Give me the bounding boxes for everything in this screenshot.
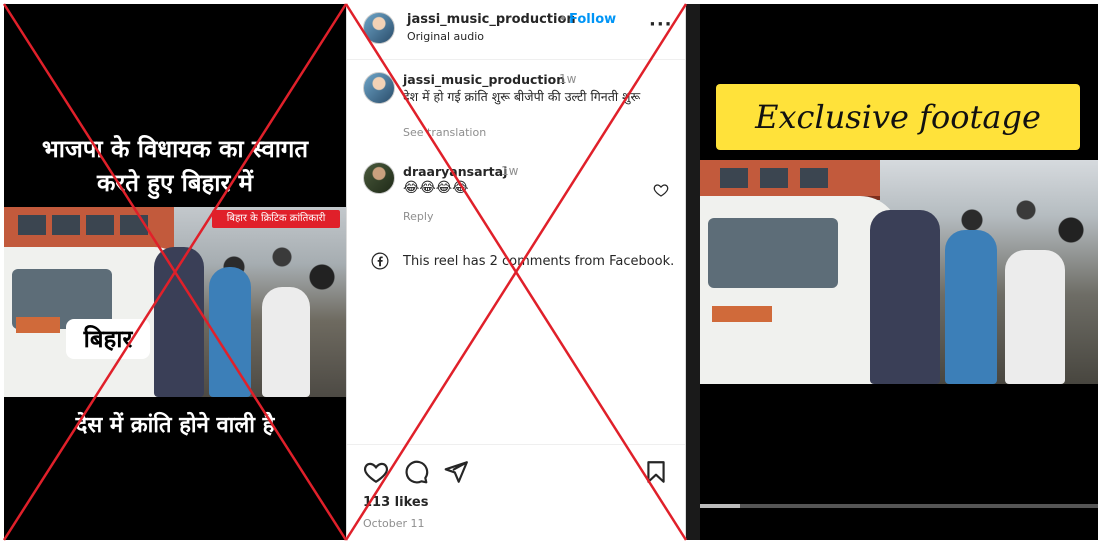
comment-bubble-icon[interactable] — [403, 459, 429, 485]
left-video-frame: भाजपा के विधायक का स्वागत करते हुए बिहार… — [4, 4, 346, 540]
facebook-icon — [371, 252, 389, 270]
comment-time: 1w — [501, 164, 519, 178]
comment-like-heart-icon[interactable] — [653, 182, 669, 198]
video-progress-bar[interactable] — [700, 504, 1098, 508]
headline-line-2: करते हुए बिहार में — [96, 169, 254, 197]
comment-text: 😂😂😂😂 — [403, 180, 469, 196]
share-send-icon[interactable] — [443, 459, 469, 485]
like-heart-icon[interactable] — [363, 459, 389, 485]
video-still: बिहार के क्रिटिक क्रांतिकारी बिहार — [4, 207, 346, 397]
exclusive-banner: Exclusive footage — [716, 84, 1080, 150]
post-actions: 113 likes October 11 — [347, 444, 685, 540]
side-strip — [686, 4, 700, 540]
comment-username[interactable]: draaryansartaj — [403, 164, 507, 179]
person-figure — [870, 210, 940, 384]
comment-time: 1w — [559, 72, 577, 86]
bottom-caption: देस में क्रांति होने वाली है — [75, 413, 275, 438]
save-bookmark-icon[interactable] — [643, 459, 669, 485]
instagram-post-panel: jassi_music_production • Follow Original… — [346, 4, 686, 540]
headline-line-1: भाजपा के विधायक का स्वागत — [41, 135, 309, 163]
avatar[interactable] — [363, 72, 395, 104]
person-figure — [945, 230, 997, 384]
person-figure — [262, 287, 310, 397]
person-figure — [1005, 250, 1065, 384]
video-still — [700, 160, 1098, 384]
facebook-comments-note: This reel has 2 comments from Facebook. — [403, 254, 675, 269]
person-figure — [154, 247, 204, 397]
avatar[interactable] — [363, 12, 395, 44]
post-username[interactable]: jassi_music_production — [407, 12, 576, 27]
avatar[interactable] — [363, 162, 395, 194]
video-area: Exclusive footage — [700, 4, 1098, 540]
person-figure — [209, 267, 251, 397]
likes-count[interactable]: 113 likes — [363, 495, 428, 510]
see-translation-link[interactable]: See translation — [403, 126, 486, 139]
more-options-icon[interactable]: ··· — [649, 14, 673, 35]
comment-text: देश में हो गई क्रांति शुरू बीजेपी की उल्… — [403, 89, 641, 104]
follow-button[interactable]: Follow — [569, 12, 616, 27]
audio-label[interactable]: Original audio — [407, 30, 484, 43]
post-date: October 11 — [363, 517, 425, 530]
location-label: बिहार — [66, 319, 150, 359]
comment-username[interactable]: jassi_music_production — [403, 72, 565, 87]
fact-check-composite: भाजपा के विधायक का स्वागत करते हुए बिहार… — [0, 0, 1100, 543]
right-video-frame: Exclusive footage — [686, 4, 1098, 540]
video-headline: भाजपा के विधायक का स्वागत करते हुए बिहार… — [4, 132, 346, 200]
video-tag: बिहार के क्रिटिक क्रांतिकारी — [212, 210, 340, 228]
reply-link[interactable]: Reply — [403, 210, 433, 223]
separator-dot: • — [559, 12, 567, 27]
bus-image — [700, 160, 880, 200]
post-header: jassi_music_production • Follow Original… — [347, 4, 685, 60]
